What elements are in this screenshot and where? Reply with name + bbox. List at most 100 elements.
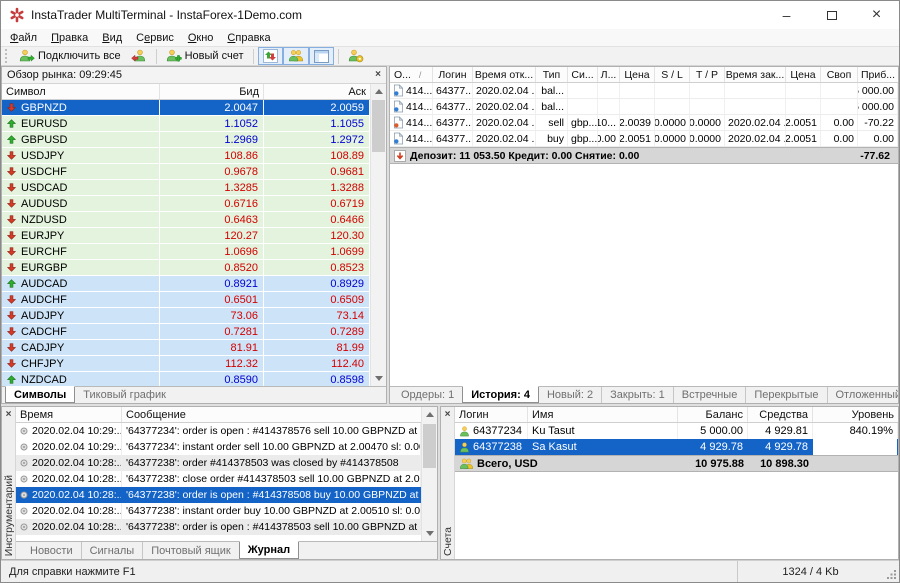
- scroll-down-icon[interactable]: [422, 526, 437, 541]
- toggle-accounts-button[interactable]: [283, 47, 309, 65]
- column-equity[interactable]: Средства: [748, 407, 813, 422]
- market-row[interactable]: AUDJPY 73.06 73.14: [2, 308, 370, 324]
- market-row[interactable]: AUDCHF 0.6501 0.6509: [2, 292, 370, 308]
- scroll-down-icon[interactable]: [371, 371, 386, 386]
- column-login[interactable]: Логин: [455, 407, 528, 422]
- column-order[interactable]: О...: [390, 67, 433, 82]
- accounts-close-icon[interactable]: [445, 410, 451, 420]
- order-row[interactable]: 414... 64377... 2020.02.04 ... sell gbp.…: [390, 115, 898, 131]
- column-level[interactable]: Уровень: [813, 407, 898, 422]
- tab[interactable]: Закрыть: 1: [601, 387, 673, 403]
- market-row[interactable]: EURGBP 0.8520 0.8523: [2, 260, 370, 276]
- disconnect-all-button[interactable]: [126, 47, 152, 65]
- market-watch-scrollbar[interactable]: [370, 84, 386, 386]
- column-sl[interactable]: S / L: [655, 67, 690, 82]
- column-close-price[interactable]: Цена: [786, 67, 821, 82]
- market-row[interactable]: GBPNZD 2.0047 2.0059: [2, 100, 370, 116]
- tab[interactable]: Встречные: [673, 387, 746, 403]
- resize-grip-icon[interactable]: [883, 561, 899, 582]
- tab[interactable]: Почтовый ящик: [142, 542, 238, 559]
- tab[interactable]: Новый: 2: [539, 387, 601, 403]
- column-message[interactable]: Сообщение: [122, 407, 421, 422]
- column-lots[interactable]: Л...: [598, 67, 620, 82]
- market-row[interactable]: EURJPY 120.27 120.30: [2, 228, 370, 244]
- menu-item[interactable]: Файл: [3, 29, 44, 46]
- market-row[interactable]: USDCAD 1.3285 1.3288: [2, 180, 370, 196]
- account-row[interactable]: 64377234 Ku Tasut 5 000.00 4 929.81 840.…: [455, 423, 898, 439]
- minimize-button[interactable]: [764, 1, 809, 29]
- market-row[interactable]: CHFJPY 112.32 112.40: [2, 356, 370, 372]
- column-tp[interactable]: T / P: [690, 67, 725, 82]
- connect-all-button[interactable]: Подключить все: [14, 47, 126, 65]
- tab[interactable]: Сигналы: [81, 542, 143, 559]
- toolbox-close-icon[interactable]: [6, 410, 12, 420]
- market-row[interactable]: USDJPY 108.86 108.89: [2, 148, 370, 164]
- journal-row[interactable]: 2020.02.04 10:28:... '64377238': order #…: [16, 455, 421, 471]
- column-ask[interactable]: Аск: [264, 84, 370, 99]
- journal-row[interactable]: 2020.02.04 10:28:... '64377238': order i…: [16, 487, 421, 503]
- order-row[interactable]: 414... 64377... 2020.02.04 ... buy gbp..…: [390, 131, 898, 147]
- tab[interactable]: Ордеры: 1: [393, 387, 462, 403]
- scroll-up-icon[interactable]: [371, 84, 386, 99]
- toolbar-grip[interactable]: [5, 49, 10, 63]
- maximize-button[interactable]: [809, 1, 854, 29]
- scroll-up-icon[interactable]: [422, 407, 437, 422]
- tab[interactable]: Символы: [5, 386, 75, 403]
- close-button[interactable]: [854, 1, 899, 29]
- toggle-market-watch-button[interactable]: [258, 47, 283, 65]
- new-account-button[interactable]: Новый счет: [161, 47, 249, 65]
- accounts-vertical-tab[interactable]: Счета: [442, 527, 454, 556]
- column-open-time[interactable]: Время отк...: [473, 67, 536, 82]
- market-row[interactable]: USDCHF 0.9678 0.9681: [2, 164, 370, 180]
- journal-row[interactable]: 2020.02.04 10:28:... '64377238': instant…: [16, 503, 421, 519]
- market-row[interactable]: NZDCAD 0.8590 0.8598: [2, 372, 370, 386]
- column-balance[interactable]: Баланс: [678, 407, 748, 422]
- market-row[interactable]: EURUSD 1.1052 1.1055: [2, 116, 370, 132]
- journal-row[interactable]: 2020.02.04 10:28:... '64377238': close o…: [16, 471, 421, 487]
- column-swap[interactable]: Своп: [821, 67, 858, 82]
- market-row[interactable]: AUDUSD 0.6716 0.6719: [2, 196, 370, 212]
- journal-row[interactable]: 2020.02.04 10:29:... '64377234': order i…: [16, 423, 421, 439]
- order-row[interactable]: 414... 64377... 2020.02.04 ... bal...: [390, 99, 898, 115]
- title-bar[interactable]: InstaTrader MultiTerminal - InstaForex-1…: [1, 1, 899, 29]
- toggle-toolbox-button[interactable]: [309, 47, 334, 65]
- tab[interactable]: Журнал: [239, 541, 299, 559]
- scrollbar-thumb[interactable]: [423, 424, 436, 468]
- account-row[interactable]: 64377238 Sa Kasut 4 929.78 4 929.78: [455, 439, 898, 455]
- market-row[interactable]: CADJPY 81.91 81.99: [2, 340, 370, 356]
- column-name[interactable]: Имя: [528, 407, 678, 422]
- column-symbol[interactable]: Символ: [2, 84, 160, 99]
- market-watch-close-icon[interactable]: [375, 70, 381, 80]
- toolbox-vertical-tab[interactable]: Инструментарий: [3, 475, 15, 556]
- tab[interactable]: Перекрытые: [745, 387, 826, 403]
- journal-scrollbar[interactable]: [421, 407, 437, 541]
- column-profit[interactable]: Приб...: [858, 67, 898, 82]
- column-bid[interactable]: Бид: [160, 84, 264, 99]
- menu-item[interactable]: Правка: [44, 29, 95, 46]
- sort-ascending-icon[interactable]: [419, 69, 422, 81]
- menu-item[interactable]: Справка: [220, 29, 277, 46]
- market-row[interactable]: CADCHF 0.7281 0.7289: [2, 324, 370, 340]
- scrollbar-thumb[interactable]: [372, 100, 385, 152]
- market-row[interactable]: EURCHF 1.0696 1.0699: [2, 244, 370, 260]
- tab[interactable]: История: 4: [462, 386, 539, 403]
- column-type[interactable]: Тип: [536, 67, 568, 82]
- tab[interactable]: Новости: [22, 542, 81, 559]
- market-row[interactable]: AUDCAD 0.8921 0.8929: [2, 276, 370, 292]
- market-row[interactable]: GBPUSD 1.2969 1.2972: [2, 132, 370, 148]
- menu-item[interactable]: Сервис: [129, 29, 181, 46]
- column-login[interactable]: Логин: [433, 67, 473, 82]
- journal-row[interactable]: 2020.02.04 10:29:... '64377234': instant…: [16, 439, 421, 455]
- column-price[interactable]: Цена: [620, 67, 655, 82]
- settings-button[interactable]: [343, 47, 369, 65]
- column-symbol[interactable]: Си...: [568, 67, 598, 82]
- menu-item[interactable]: Вид: [95, 29, 129, 46]
- order-row[interactable]: 414... 64377... 2020.02.04 ... bal...: [390, 83, 898, 99]
- menu-item[interactable]: Окно: [181, 29, 221, 46]
- journal-row[interactable]: 2020.02.04 10:28:... '64377238': order i…: [16, 519, 421, 535]
- tab[interactable]: Отложенный: 1: [827, 387, 900, 403]
- tab[interactable]: Тиковый график: [75, 387, 174, 403]
- column-time[interactable]: Время: [16, 407, 122, 422]
- column-close-time[interactable]: Время зак...: [725, 67, 786, 82]
- market-row[interactable]: NZDUSD 0.6463 0.6466: [2, 212, 370, 228]
